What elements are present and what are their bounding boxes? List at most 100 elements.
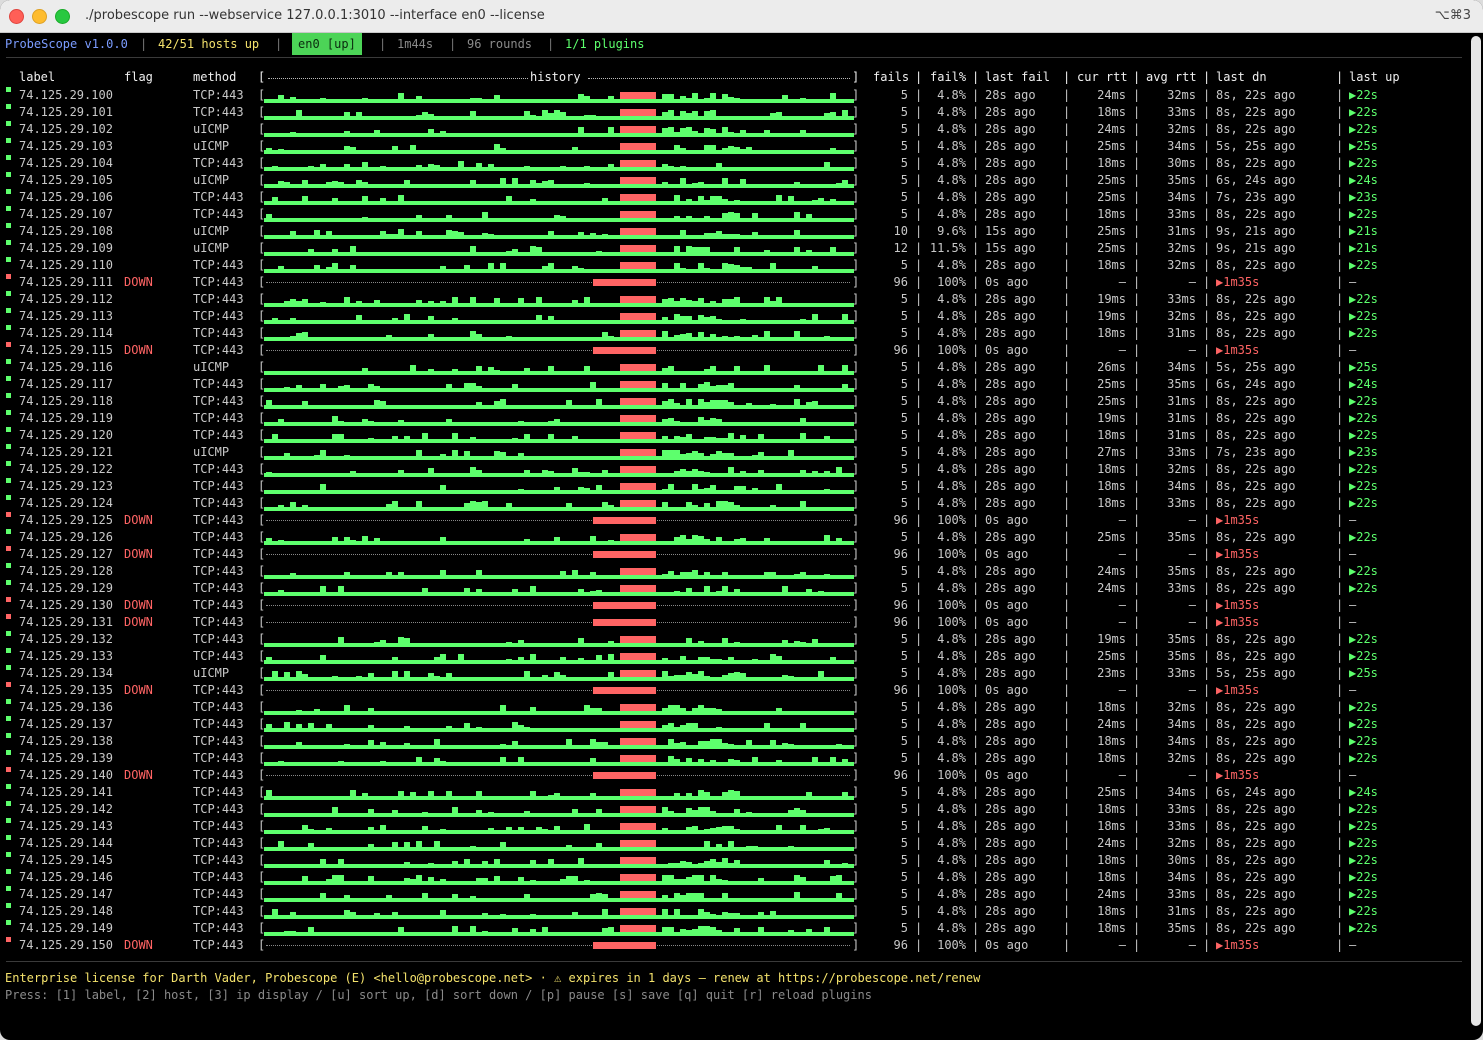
table-row[interactable]: 74.125.29.122 TCP:443 [] 5 | 4.8% | 28s ago | 18m… bbox=[0, 461, 1468, 478]
table-row[interactable]: 74.125.29.144 TCP:443 [] 5 | 4.8% | 28s ago | 24m… bbox=[0, 835, 1468, 852]
fail-percent: 4.8% bbox=[937, 428, 966, 442]
table-row[interactable]: 74.125.29.143 TCP:443 [] 5 | 4.8% | 28s ago | 18m… bbox=[0, 818, 1468, 835]
fail-count: 5 bbox=[900, 258, 908, 272]
column-label[interactable]: label bbox=[19, 70, 55, 84]
table-row[interactable]: 74.125.29.112 TCP:443 [] 5 | 4.8% | 28s ago | 19m… bbox=[0, 291, 1468, 308]
average-rtt: 34ms bbox=[1167, 734, 1196, 748]
table-row[interactable]: 74.125.29.103 uICMP[] 5 | 4.8% | 28s ago | 25ms |… bbox=[0, 138, 1468, 155]
cell-separator: | bbox=[972, 445, 980, 459]
table-row[interactable]: 74.125.29.111 DOWN TCP:443 [] 96 | 100% | 0s ago… bbox=[0, 274, 1468, 291]
table-row[interactable]: 74.125.29.128 TCP:443 [] 5 | 4.8% | 28s ago | 24m… bbox=[0, 563, 1468, 580]
table-row[interactable]: 74.125.29.148 TCP:443 [] 5 | 4.8% | 28s ago | 18m… bbox=[0, 903, 1468, 920]
table-row[interactable]: 74.125.29.142 TCP:443 [] 5 | 4.8% | 28s ago | 18m… bbox=[0, 801, 1468, 818]
column-cur-rtt[interactable]: cur rtt bbox=[1077, 70, 1128, 84]
probe-method: TCP:443 bbox=[193, 870, 244, 884]
column-last-fail[interactable]: last fail bbox=[985, 70, 1050, 84]
cell-separator: | bbox=[1336, 564, 1344, 578]
table-row[interactable]: 74.125.29.136 TCP:443 [] 5 | 4.8% | 28s ago | 18m… bbox=[0, 699, 1468, 716]
table-row[interactable]: 74.125.29.146 TCP:443 [] 5 | 4.8% | 28s ago | 18m… bbox=[0, 869, 1468, 886]
table-row[interactable]: 74.125.29.140 DOWN TCP:443 [] 96 | 100% | 0s ago… bbox=[0, 767, 1468, 784]
table-row[interactable]: 74.125.29.100 TCP:443 [] 5 | 4.8% | 28s ago | 24m… bbox=[0, 87, 1468, 104]
table-row[interactable]: 74.125.29.109 uICMP [] 12 | 11.5% | 15s ago | 25m… bbox=[0, 240, 1468, 257]
table-row[interactable]: 74.125.29.120 TCP:443 [] 5 | 4.8% | 28s ago | 18m… bbox=[0, 427, 1468, 444]
zoom-button[interactable] bbox=[55, 9, 70, 24]
terminal-window: ./probescope run --webservice 127.0.0.1:… bbox=[0, 0, 1483, 1040]
status-flag: DOWN bbox=[124, 513, 153, 527]
table-row[interactable]: 74.125.29.129 TCP:443 [] 5 | 4.8% | 28s ago | 24m… bbox=[0, 580, 1468, 597]
close-button[interactable] bbox=[9, 9, 24, 24]
table-row[interactable]: 74.125.29.121 uICMP[] 5 | 4.8% | 28s ago | 27ms |… bbox=[0, 444, 1468, 461]
history-sparkline: [] bbox=[258, 734, 860, 749]
table-row[interactable]: 74.125.29.123 TCP:443 [] 5 | 4.8% | 28s ago | 18m… bbox=[0, 478, 1468, 495]
table-row[interactable]: 74.125.29.110 TCP:443 [] 5 | 4.8% | 28s ago | 18m… bbox=[0, 257, 1468, 274]
table-row[interactable]: 74.125.29.149 TCP:443 [] 5 | 4.8% | 28s ago | 18m… bbox=[0, 920, 1468, 937]
fail-percent: 4.8% bbox=[937, 853, 966, 867]
column-method[interactable]: method bbox=[193, 70, 236, 84]
table-row[interactable]: 74.125.29.150 DOWN TCP:443 [] 96 | 100% | 0s ago… bbox=[0, 937, 1468, 954]
table-row[interactable]: 74.125.29.115 DOWN TCP:443 [] 96 | 100% | 0s ago… bbox=[0, 342, 1468, 359]
table-row[interactable]: 74.125.29.145 TCP:443 [] 5 | 4.8% | 28s ago | 18m… bbox=[0, 852, 1468, 869]
table-row[interactable]: 74.125.29.119 TCP:443 [] 5 | 4.8% | 28s ago | 19m… bbox=[0, 410, 1468, 427]
cell-separator: | bbox=[972, 394, 980, 408]
cell-separator: | bbox=[1336, 785, 1344, 799]
table-row[interactable]: 74.125.29.101 TCP:443 [] 5 | 4.8% | 28s ago | 18m… bbox=[0, 104, 1468, 121]
history-sparkline: [] bbox=[258, 785, 860, 800]
fail-count: 5 bbox=[900, 105, 908, 119]
table-row[interactable]: 74.125.29.116 uICMP[] 5 | 4.8% | 28s ago | 26ms |… bbox=[0, 359, 1468, 376]
fail-count: 5 bbox=[900, 139, 908, 153]
fail-count: 5 bbox=[900, 326, 908, 340]
column-avg-rtt[interactable]: avg rtt bbox=[1146, 70, 1197, 84]
fail-count: 10 bbox=[893, 224, 908, 238]
history-sparkline: [] bbox=[258, 836, 860, 851]
table-row[interactable]: 74.125.29.131 DOWN TCP:443 [] 96 | 100% | 0s ago… bbox=[0, 614, 1468, 631]
cell-separator: | bbox=[1203, 666, 1211, 680]
table-row[interactable]: 74.125.29.141 TCP:443 [] 5 | 4.8% | 28s ago | 25m… bbox=[0, 784, 1468, 801]
status-flag: DOWN bbox=[124, 938, 153, 952]
cell-separator: | bbox=[1336, 326, 1344, 340]
table-row[interactable]: 74.125.29.108 uICMP [] 10 | 9.6% | 15s ago | 25ms… bbox=[0, 223, 1468, 240]
last-down: 8s, 22s ago bbox=[1216, 530, 1296, 544]
table-row[interactable]: 74.125.29.132 TCP:443 [] 5 | 4.8% | 28s ago | 19m… bbox=[0, 631, 1468, 648]
table-row[interactable]: 74.125.29.105 uICMP[] 5 | 4.8% | 28s ago | 25ms |… bbox=[0, 172, 1468, 189]
last-fail: 28s ago bbox=[985, 139, 1036, 153]
table-row[interactable]: 74.125.29.126 TCP:443 [] 5 | 4.8% | 28s ago | 25m… bbox=[0, 529, 1468, 546]
probe-method: uICMP bbox=[193, 173, 230, 187]
minimize-button[interactable] bbox=[32, 9, 47, 24]
table-row[interactable]: 74.125.29.137 TCP:443 [] 5 | 4.8% | 28s ago | 24m… bbox=[0, 716, 1468, 733]
table-row[interactable]: 74.125.29.118 TCP:443 [] 5 | 4.8% | 28s ago | 25m… bbox=[0, 393, 1468, 410]
table-row[interactable]: 74.125.29.139 TCP:443 [] 5 | 4.8% | 28s ago | 18m… bbox=[0, 750, 1468, 767]
fail-count: 5 bbox=[900, 836, 908, 850]
table-row[interactable]: 74.125.29.102 uICMP[] 5 | 4.8% | 28s ago | 24ms |… bbox=[0, 121, 1468, 138]
table-row[interactable]: 74.125.29.107 TCP:443 [] 5 | 4.8% | 28s ago | 18m… bbox=[0, 206, 1468, 223]
host-label: 74.125.29.110 bbox=[19, 258, 113, 272]
probe-method: TCP:443 bbox=[193, 717, 244, 731]
column-last-up[interactable]: last up bbox=[1349, 70, 1400, 84]
last-fail: 28s ago bbox=[985, 207, 1036, 221]
table-row[interactable]: 74.125.29.124 TCP:443 [] 5 | 4.8% | 28s ago | 18m… bbox=[0, 495, 1468, 512]
table-row[interactable]: 74.125.29.113 TCP:443 [] 5 | 4.8% | 28s ago | 19m… bbox=[0, 308, 1468, 325]
table-row[interactable]: 74.125.29.114 TCP:443 [] 5 | 4.8% | 28s ago | 18m… bbox=[0, 325, 1468, 342]
table-row[interactable]: 74.125.29.135 DOWN TCP:443 [] 96 | 100% | 0s ago… bbox=[0, 682, 1468, 699]
last-up: – bbox=[1349, 768, 1357, 782]
table-row[interactable]: 74.125.29.125 DOWN TCP:443 [] 96 | 100% | 0s ago… bbox=[0, 512, 1468, 529]
table-row[interactable]: 74.125.29.106 TCP:443 [] 5 | 4.8% | 28s ago | 25m… bbox=[0, 189, 1468, 206]
fail-count: 5 bbox=[900, 870, 908, 884]
table-row[interactable]: 74.125.29.117 TCP:443 [] 5 | 4.8% | 28s ago | 25m… bbox=[0, 376, 1468, 393]
table-row[interactable]: 74.125.29.104 TCP:443 [] 5 | 4.8% | 28s ago | 18m… bbox=[0, 155, 1468, 172]
table-row[interactable]: 74.125.29.127 DOWN TCP:443 [] 96 | 100% | 0s ago… bbox=[0, 546, 1468, 563]
scrollbar[interactable] bbox=[1471, 36, 1481, 1026]
fail-count: 5 bbox=[900, 700, 908, 714]
table-row[interactable]: 74.125.29.147 TCP:443 [] 5 | 4.8% | 28s ago | 24m… bbox=[0, 886, 1468, 903]
column-last-dn[interactable]: last dn bbox=[1216, 70, 1267, 84]
column-flag[interactable]: flag bbox=[124, 70, 153, 84]
table-row[interactable]: 74.125.29.133 TCP:443 [] 5 | 4.8% | 28s ago | 25m… bbox=[0, 648, 1468, 665]
cell-separator: | bbox=[972, 411, 980, 425]
column-failpct[interactable]: fail% bbox=[930, 70, 966, 84]
table-row[interactable]: 74.125.29.130 DOWN TCP:443 [] 96 | 100% | 0s ago… bbox=[0, 597, 1468, 614]
last-down: ▶1m35s bbox=[1216, 343, 1260, 357]
table-row[interactable]: 74.125.29.138 TCP:443 [] 5 | 4.8% | 28s ago | 18m… bbox=[0, 733, 1468, 750]
current-rtt: 24ms bbox=[1097, 581, 1126, 595]
table-row[interactable]: 74.125.29.134 uICMP[] 5 | 4.8% | 28s ago | 23ms |… bbox=[0, 665, 1468, 682]
column-fails[interactable]: fails bbox=[873, 70, 909, 84]
last-down: ▶1m35s bbox=[1216, 938, 1260, 952]
